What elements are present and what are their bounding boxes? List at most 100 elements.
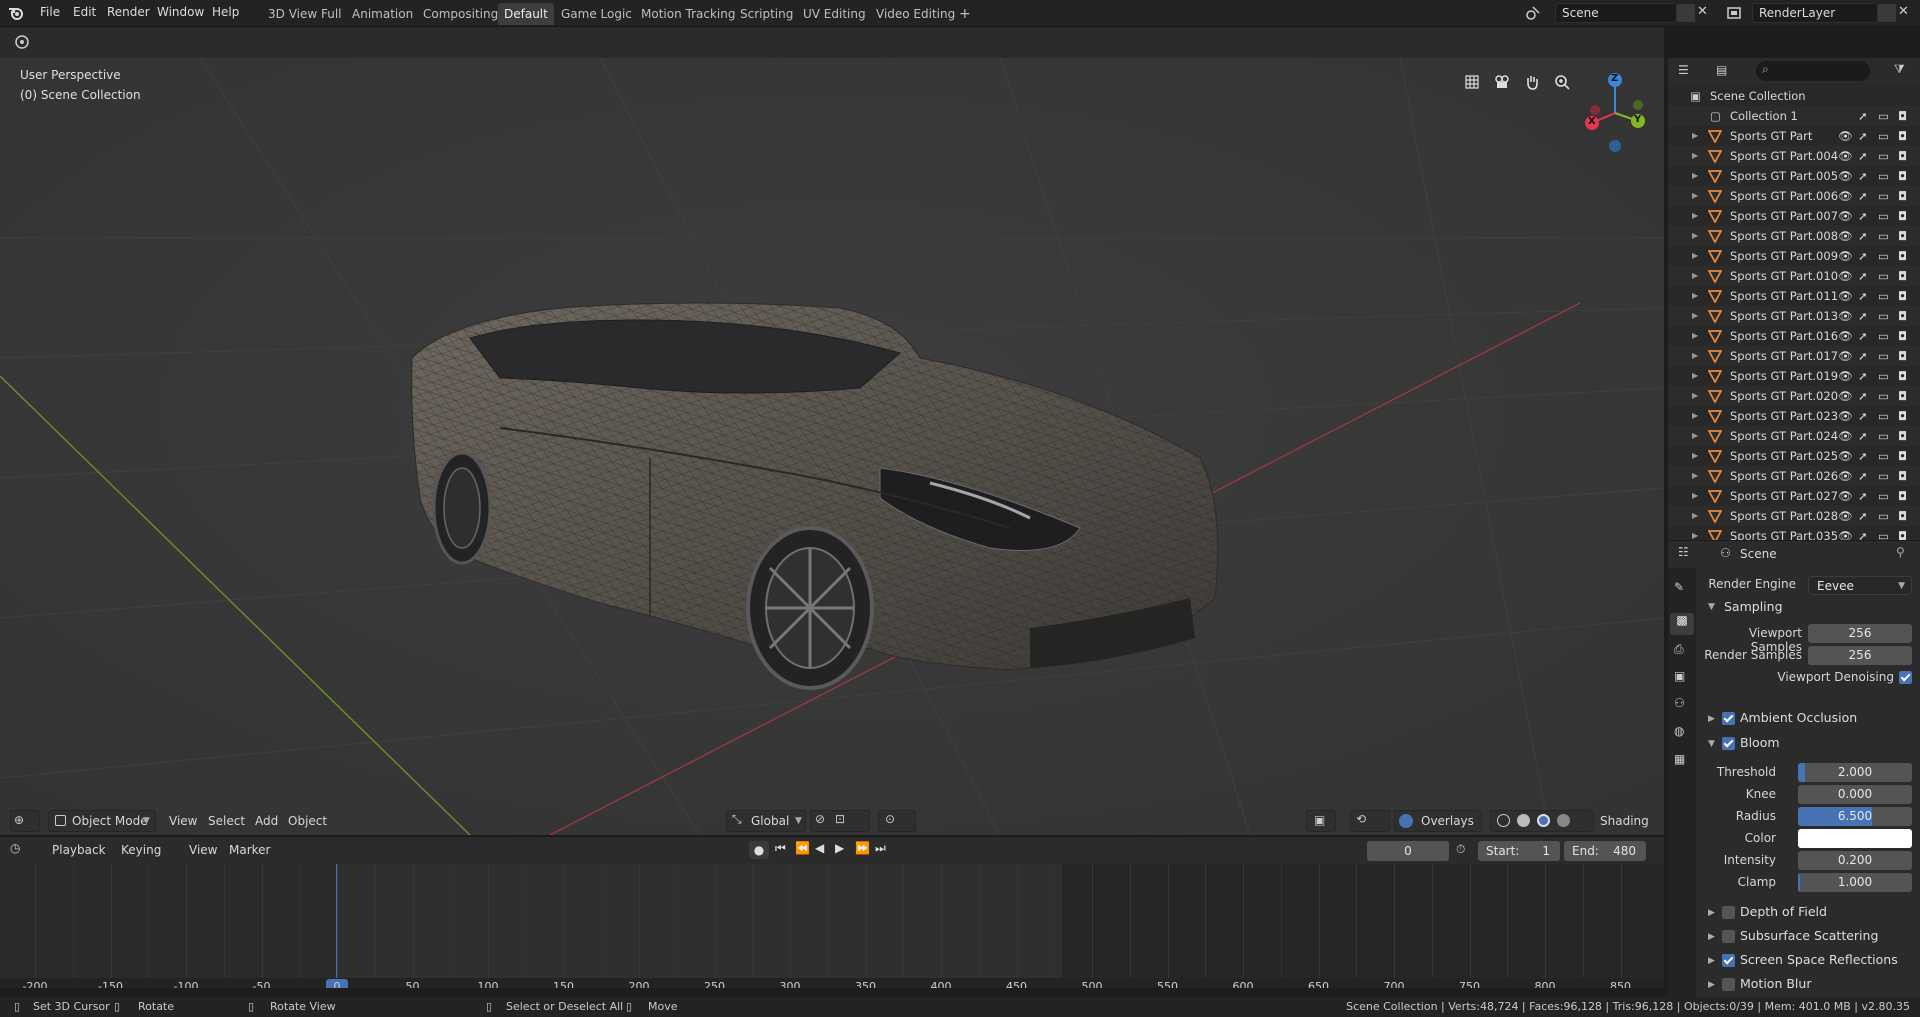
viewport-toggle-icon[interactable]: ▭: [1878, 266, 1889, 286]
viewport-toggle-icon[interactable]: ▭: [1878, 386, 1889, 406]
expand-arrow-icon[interactable]: ▶: [1692, 446, 1698, 466]
expand-arrow-icon[interactable]: ▶: [1692, 226, 1698, 246]
outliner-object-row[interactable]: ▶ Sports GT Part.016 👁 ➚ ▭ ◘: [1668, 326, 1920, 346]
render-tab-icon[interactable]: ▩: [1670, 613, 1694, 635]
menu-view[interactable]: View: [169, 810, 197, 832]
ssr-checkbox[interactable]: [1722, 954, 1735, 967]
sampling-expand-icon[interactable]: ▼: [1708, 602, 1715, 612]
shading-dropdown[interactable]: Shading: [1600, 810, 1649, 832]
tab-game-logic[interactable]: Game Logic: [555, 3, 638, 25]
render-toggle-icon[interactable]: ◘: [1898, 346, 1907, 366]
viewport-samples-field[interactable]: 256: [1808, 624, 1912, 643]
render-samples-field[interactable]: 256: [1808, 646, 1912, 665]
menu-render[interactable]: Render: [107, 5, 150, 19]
close-view-layer-icon[interactable]: ✕: [1898, 4, 1914, 22]
render-toggle-icon[interactable]: ◘: [1898, 286, 1907, 306]
outliner-object-row[interactable]: ▶ Sports GT Part.026 👁 ➚ ▭ ◘: [1668, 466, 1920, 486]
render-toggle-icon[interactable]: ◘: [1898, 466, 1907, 486]
scene-tab-icon[interactable]: ⚇: [1674, 696, 1685, 710]
outliner-object-row[interactable]: ▶ Sports GT Part.013 👁 ➚ ▭ ◘: [1668, 306, 1920, 326]
view-layer-tab-icon[interactable]: ▣: [1674, 669, 1685, 683]
tool-settings-icon[interactable]: [14, 34, 30, 50]
play-icon[interactable]: ▶: [835, 841, 844, 855]
eye-icon[interactable]: 👁: [1838, 126, 1853, 146]
outliner-object-row[interactable]: ▶ Sports GT Part.005 👁 ➚ ▭ ◘: [1668, 166, 1920, 186]
select-toggle-icon[interactable]: ➚: [1858, 226, 1868, 246]
output-tab-icon[interactable]: ⎙: [1674, 642, 1684, 657]
viewport-toggle-icon[interactable]: ▭: [1878, 406, 1889, 426]
outliner-object-row[interactable]: ▶ Sports GT Part.024 👁 ➚ ▭ ◘: [1668, 426, 1920, 446]
editor-type-button[interactable]: ⊕: [10, 810, 40, 832]
expand-arrow-icon[interactable]: ▶: [1692, 246, 1698, 266]
viewport-toggle-icon[interactable]: ▭: [1878, 426, 1889, 446]
expand-arrow-icon[interactable]: ▶: [1692, 146, 1698, 166]
bloom-panel-title[interactable]: Bloom: [1740, 735, 1780, 750]
motion-blur-checkbox[interactable]: [1722, 978, 1735, 991]
blender-logo-icon[interactable]: [8, 5, 24, 21]
expand-arrow-icon[interactable]: ▶: [1692, 486, 1698, 506]
menu-window[interactable]: Window: [157, 5, 204, 19]
menu-file[interactable]: File: [40, 5, 60, 19]
tab-compositing[interactable]: Compositing: [417, 3, 504, 25]
render-toggle-icon[interactable]: ◘: [1898, 426, 1907, 446]
overlays-dropdown[interactable]: Overlays: [1394, 810, 1482, 832]
outliner-object-row[interactable]: ▶ Sports GT Part.011 👁 ➚ ▭ ◘: [1668, 286, 1920, 306]
tab-uv-editing[interactable]: UV Editing: [797, 3, 872, 25]
ambient-occlusion-expand-icon[interactable]: ▶: [1708, 714, 1715, 724]
viewport-toggle-icon[interactable]: ▭: [1878, 486, 1889, 506]
render-toggle-icon[interactable]: ◘: [1898, 106, 1907, 126]
eye-icon[interactable]: 👁: [1838, 246, 1853, 266]
expand-arrow-icon[interactable]: ▶: [1692, 506, 1698, 526]
jump-end-icon[interactable]: ⏭: [875, 841, 886, 856]
gizmo-toggle-button[interactable]: ⟲: [1350, 810, 1390, 832]
ambient-occlusion-title[interactable]: Ambient Occlusion: [1740, 710, 1857, 725]
expand-arrow-icon[interactable]: ▶: [1692, 186, 1698, 206]
menu-timeline-view[interactable]: View: [189, 843, 217, 857]
expand-arrow-icon[interactable]: ▶: [1692, 366, 1698, 386]
sss-expand-icon[interactable]: ▶: [1708, 932, 1715, 942]
menu-edit[interactable]: Edit: [73, 5, 96, 19]
render-toggle-icon[interactable]: ◘: [1898, 306, 1907, 326]
eye-icon[interactable]: 👁: [1838, 346, 1853, 366]
eye-icon[interactable]: 👁: [1838, 486, 1853, 506]
display-mode-icon[interactable]: ▤: [1716, 63, 1727, 77]
menu-playback[interactable]: Playback: [52, 843, 106, 857]
eye-icon[interactable]: 👁: [1838, 466, 1853, 486]
render-toggle-icon[interactable]: ◘: [1898, 246, 1907, 266]
select-toggle-icon[interactable]: ➚: [1858, 266, 1868, 286]
viewport-toggle-icon[interactable]: ▭: [1878, 106, 1889, 126]
outliner-object-row[interactable]: ▶ Sports GT Part.004 👁 ➚ ▭ ◘: [1668, 146, 1920, 166]
menu-add[interactable]: Add: [255, 810, 278, 832]
sampling-panel-title[interactable]: Sampling: [1724, 599, 1783, 614]
dof-checkbox[interactable]: [1722, 906, 1735, 919]
select-toggle-icon[interactable]: ➚: [1858, 326, 1868, 346]
shading-modes[interactable]: [1490, 810, 1594, 832]
world-tab-icon[interactable]: ◍: [1674, 724, 1684, 738]
eye-icon[interactable]: 👁: [1838, 186, 1853, 206]
eye-icon[interactable]: 👁: [1838, 406, 1853, 426]
motion-blur-expand-icon[interactable]: ▶: [1708, 980, 1715, 990]
render-toggle-icon[interactable]: ◘: [1898, 366, 1907, 386]
render-toggle-icon[interactable]: ◘: [1898, 506, 1907, 526]
close-scene-icon[interactable]: ✕: [1697, 4, 1713, 22]
viewport-toggle-icon[interactable]: ▭: [1878, 326, 1889, 346]
bloom-expand-icon[interactable]: ▼: [1708, 739, 1715, 749]
select-toggle-icon[interactable]: ➚: [1858, 146, 1868, 166]
outliner-object-row[interactable]: ▶ Sports GT Part.006 👁 ➚ ▭ ◘: [1668, 186, 1920, 206]
expand-arrow-icon[interactable]: ▶: [1692, 286, 1698, 306]
sss-title[interactable]: Subsurface Scattering: [1740, 928, 1878, 943]
outliner-object-row[interactable]: ▶ Sports GT Part.028 👁 ➚ ▭ ◘: [1668, 506, 1920, 526]
ssr-title[interactable]: Screen Space Reflections: [1740, 952, 1898, 967]
outliner-object-row[interactable]: ▶ Sports GT Part.008 👁 ➚ ▭ ◘: [1668, 226, 1920, 246]
timeline-editor-icon[interactable]: ◷: [10, 841, 20, 855]
eye-icon[interactable]: 👁: [1838, 506, 1853, 526]
expand-arrow-icon[interactable]: ▶: [1692, 166, 1698, 186]
outliner-collection[interactable]: ▢ Collection 1 ➚ ▭ ◘: [1668, 106, 1920, 126]
outliner-object-row[interactable]: ▶ Sports GT Part.017 👁 ➚ ▭ ◘: [1668, 346, 1920, 366]
viewport-toggle-icon[interactable]: ▭: [1878, 506, 1889, 526]
scene-name-field[interactable]: Scene: [1555, 3, 1677, 23]
viewport-toggle-icon[interactable]: ▭: [1878, 126, 1889, 146]
select-toggle-icon[interactable]: ➚: [1858, 186, 1868, 206]
proportional-editing-button[interactable]: ⊙: [878, 810, 916, 832]
select-toggle-icon[interactable]: ➚: [1858, 486, 1868, 506]
